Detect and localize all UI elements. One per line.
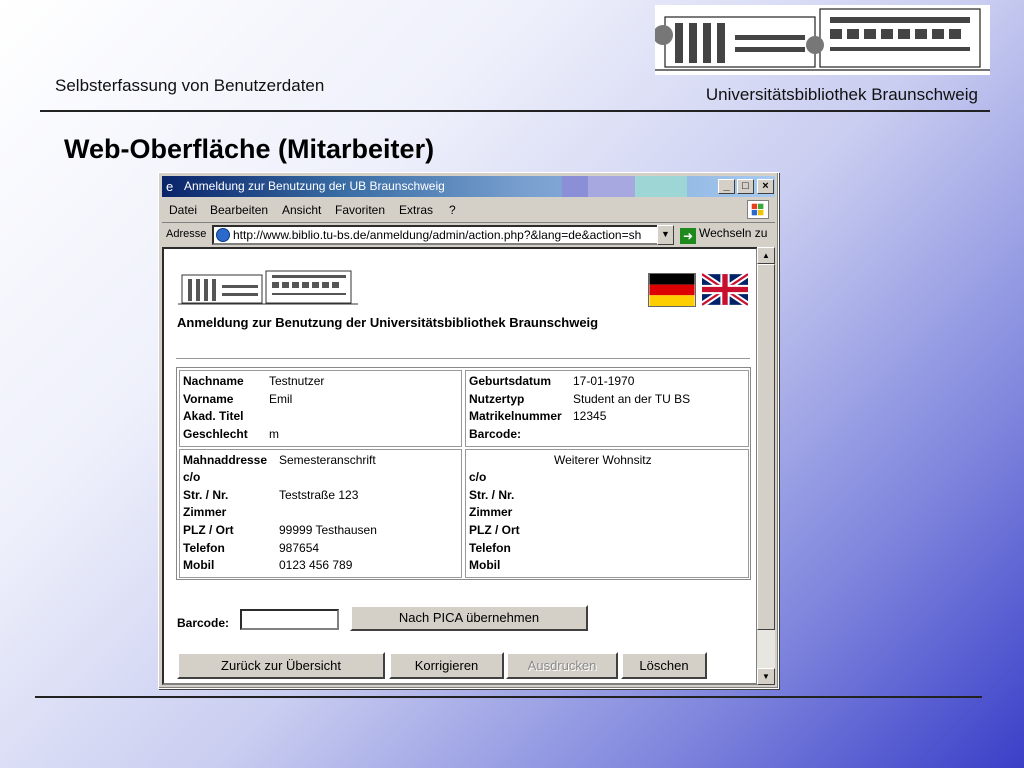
slide-subtitle: Selbsterfassung von Benutzerdaten: [55, 76, 325, 95]
field-label: Geburtsdatum: [469, 374, 552, 388]
field-value: Teststraße 123: [279, 488, 359, 502]
slide-title: Web-Oberfläche (Mitarbeiter): [64, 134, 435, 164]
ie-icon: e: [166, 179, 174, 194]
bottom-divider: [35, 696, 982, 698]
field-label: Nutzertyp: [469, 392, 525, 406]
field-label: Mobil: [469, 558, 501, 572]
menu-datei[interactable]: Datei: [169, 203, 197, 217]
address-text: http://www.biblio.tu-bs.de/anmeldung/adm…: [233, 228, 642, 242]
address-dropdown-button[interactable]: ▼: [657, 225, 674, 245]
field-value: Student an der TU BS: [573, 392, 691, 406]
menu-ansicht[interactable]: Ansicht: [282, 203, 321, 217]
page-heading: Anmeldung zur Benutzung der Universitäts…: [177, 315, 599, 330]
field-label: Barcode:: [469, 427, 522, 441]
field-label: Str. / Nr.: [469, 488, 515, 502]
close-button[interactable]: ×: [757, 179, 774, 194]
field-label: Telefon: [183, 541, 225, 555]
field-value: Semesteranschrift: [279, 453, 376, 467]
field-value: 99999 Testhausen: [279, 523, 377, 537]
field-label: Akad. Titel: [183, 409, 244, 423]
field-label: PLZ / Ort: [183, 523, 234, 537]
field-label: Telefon: [469, 541, 511, 555]
user-data-table: Nachname Testnutzer Vorname Emil Akad. Tit…: [176, 367, 751, 580]
field-label: c/o: [469, 470, 487, 484]
field-label: Nachname: [183, 374, 244, 388]
field-value: 17-01-1970: [573, 374, 635, 388]
page-viewport: Anmeldung zur Benutzung der Universitäts…: [162, 247, 758, 685]
uk-flag-icon[interactable]: [702, 273, 748, 306]
address-bar: Adresse http://www.biblio.tu-bs.de/anmel…: [162, 222, 775, 246]
go-button[interactable]: ➜ Wechseln zu: [680, 226, 767, 244]
field-value: Emil: [269, 392, 293, 406]
address-input[interactable]: http://www.biblio.tu-bs.de/anmeldung/adm…: [212, 225, 673, 245]
browser-window: e Anmeldung zur Benutzung der UB Braunsc…: [158, 172, 779, 689]
barcode-input[interactable]: [240, 609, 339, 630]
field-label: Vorname: [183, 392, 234, 406]
top-divider: [40, 110, 990, 112]
go-label: Wechseln zu: [699, 226, 768, 240]
scroll-up-icon[interactable]: ▲: [757, 247, 775, 264]
correct-button[interactable]: Korrigieren: [389, 652, 504, 679]
menu-help[interactable]: ?: [449, 203, 456, 217]
go-arrow-icon: ➜: [680, 228, 696, 244]
page-icon: [216, 228, 230, 242]
windows-flag-icon: [747, 200, 769, 219]
barcode-label: Barcode:: [177, 616, 230, 630]
content-divider: [176, 358, 750, 360]
field-value: m: [269, 427, 279, 441]
minimize-button[interactable]: _: [718, 179, 735, 194]
menu-extras[interactable]: Extras: [399, 203, 433, 217]
delete-button[interactable]: Löschen: [621, 652, 707, 679]
back-button[interactable]: Zurück zur Übersicht: [177, 652, 385, 679]
vertical-scrollbar[interactable]: ▲ ▼: [757, 247, 775, 685]
scroll-thumb[interactable]: [757, 264, 775, 630]
institution-name: Universitätsbibliothek Braunschweig: [705, 85, 978, 104]
address-right-header: Weiterer Wohnsitz: [554, 453, 652, 467]
field-label: Str. / Nr.: [183, 488, 229, 502]
menu-favoriten[interactable]: Favoriten: [335, 203, 385, 217]
print-button: Ausdrucken: [506, 652, 618, 679]
window-titlebar[interactable]: e Anmeldung zur Benutzung der UB Braunsc…: [162, 176, 775, 197]
field-label: Zimmer: [469, 505, 513, 519]
menu-bearbeiten[interactable]: Bearbeiten: [210, 203, 268, 217]
library-building-logo: [178, 270, 358, 305]
maximize-button[interactable]: □: [737, 179, 754, 194]
field-label: Matrikelnummer: [469, 409, 562, 423]
field-value: Testnutzer: [269, 374, 325, 388]
field-label: Mahnaddresse: [183, 453, 268, 467]
field-value: 987654: [279, 541, 320, 555]
field-label: Geschlecht: [183, 427, 248, 441]
field-value: 0123 456 789: [279, 558, 353, 572]
library-building-logo: [655, 5, 990, 75]
field-label: Mobil: [183, 558, 215, 572]
window-title: Anmeldung zur Benutzung der UB Braunschw…: [184, 179, 445, 193]
german-flag-icon[interactable]: [648, 273, 696, 307]
field-value: 12345: [573, 409, 607, 423]
field-label: Zimmer: [183, 505, 227, 519]
pica-button[interactable]: Nach PICA übernehmen: [350, 605, 588, 631]
field-label: c/o: [183, 470, 201, 484]
field-label: PLZ / Ort: [469, 523, 520, 537]
menu-bar: Datei Bearbeiten Ansicht Favoriten Extra…: [162, 199, 775, 221]
scroll-down-icon[interactable]: ▼: [757, 668, 775, 685]
address-label: Adresse: [166, 228, 207, 240]
